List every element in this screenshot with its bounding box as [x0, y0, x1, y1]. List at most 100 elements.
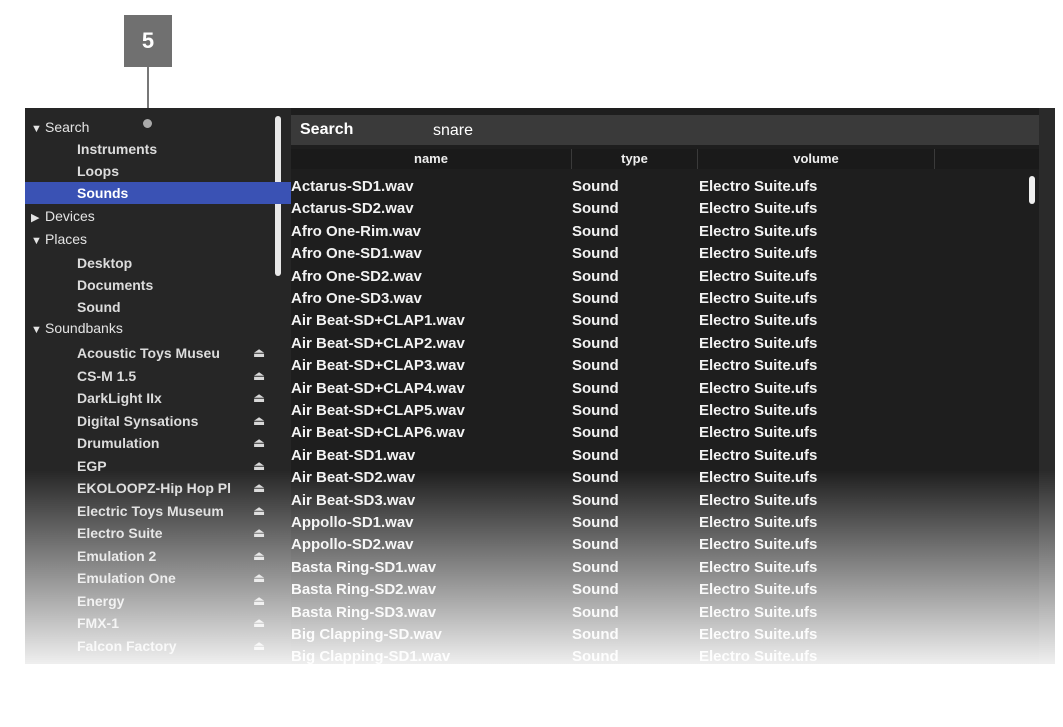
cell-volume: Electro Suite.ufs [699, 222, 818, 240]
soundbank-item[interactable]: Digital Synsations ⏏ [25, 410, 325, 432]
sidebar-item-documents[interactable]: Documents [25, 274, 325, 296]
table-row[interactable]: Basta Ring-SD1.wav Sound Electro Suite.ufs [291, 557, 1031, 579]
column-header-type[interactable]: type [572, 149, 698, 169]
eject-icon[interactable]: ⏏ [253, 612, 265, 634]
eject-icon[interactable]: ⏏ [253, 387, 265, 409]
cell-type: Sound [572, 626, 619, 643]
cell-type: Sound [572, 469, 619, 487]
results-scrollbar[interactable] [1029, 176, 1035, 204]
table-row[interactable]: Air Beat-SD+CLAP3.wav Sound Electro Suite.… [291, 355, 1031, 377]
eject-icon[interactable]: ⏏ [253, 522, 265, 544]
soundbank-item[interactable]: Energy ⏏ [25, 590, 325, 612]
soundbank-label: EKOLOOPZ-Hip Hop Pl [77, 480, 231, 496]
sidebar: ▼ Search Instruments Loops Sounds ▶ Device… [25, 108, 325, 664]
soundbank-label: FMX-1 [77, 615, 119, 631]
table-row[interactable]: Basta Ring-SD3.wav Sound Electro Suite.ufs [291, 602, 1031, 624]
sidebar-item-sound[interactable]: Sound [25, 296, 325, 318]
disclosure-expanded-icon[interactable]: ▼ [31, 319, 45, 341]
cell-type: Sound [572, 245, 619, 263]
scrollbar-track [1039, 108, 1055, 664]
eject-icon[interactable]: ⏏ [253, 410, 265, 432]
tree-section-search[interactable]: ▼ Search [25, 116, 279, 138]
soundbank-item[interactable]: CS-M 1.5 ⏏ [25, 365, 325, 387]
table-row[interactable]: Big Clapping-SD.wav Sound Electro Suite.uf… [291, 624, 1031, 646]
cell-name: Basta Ring-SD3.wav [291, 603, 437, 621]
table-row[interactable]: Air Beat-SD+CLAP5.wav Sound Electro Suite.… [291, 400, 1031, 422]
table-row[interactable]: Air Beat-SD+CLAP1.wav Sound Electro Suite.… [291, 310, 1031, 332]
table-row[interactable]: Basta Ring-SD2.wav Sound Electro Suite.ufs [291, 579, 1031, 601]
sidebar-item-label: Sound [77, 299, 121, 315]
callout-anchor-dot [143, 119, 152, 128]
soundbank-item[interactable]: Electro Suite ⏏ [25, 522, 325, 544]
eject-icon[interactable]: ⏏ [253, 567, 265, 589]
eject-icon[interactable]: ⏏ [253, 590, 265, 612]
cell-name: Air Beat-SD3.wav [291, 491, 416, 509]
sidebar-item-label: Loops [77, 163, 119, 179]
soundbank-label: CS-M 1.5 [77, 367, 137, 384]
eject-icon[interactable]: ⏏ [253, 477, 265, 499]
cell-type: Sound [572, 379, 619, 397]
cell-name: Air Beat-SD+CLAP1.wav [291, 312, 465, 330]
table-row[interactable]: Afro One-SD3.wav Sound Electro Suite.ufs [291, 288, 1031, 310]
sidebar-item-label: Sounds [77, 185, 129, 201]
cell-name: Air Beat-SD+CLAP3.wav [291, 357, 465, 375]
column-header-volume[interactable]: volume [698, 149, 935, 169]
search-label: Search [300, 121, 354, 138]
disclosure-collapsed-icon[interactable]: ▶ [31, 207, 45, 229]
table-row[interactable]: Air Beat-SD+CLAP6.wav Sound Electro Suite.… [291, 422, 1031, 444]
soundbank-label: Drumulation [77, 435, 160, 451]
sidebar-item-desktop[interactable]: Desktop [25, 252, 325, 274]
eject-icon[interactable]: ⏏ [253, 432, 265, 454]
sidebar-item-instruments[interactable]: Instruments [25, 138, 325, 160]
cell-volume: Electro Suite.ufs [699, 267, 818, 285]
tree-section-soundbanks[interactable]: ▼ Soundbanks [25, 317, 279, 339]
table-row[interactable]: Appollo-SD2.wav Sound Electro Suite.ufs [291, 534, 1031, 556]
tree-section-places[interactable]: ▼ Places [25, 228, 279, 250]
table-row[interactable]: Big Clapping-SD1.wav Sound Electro Suite.u… [291, 646, 1031, 664]
eject-icon[interactable]: ⏏ [253, 342, 265, 364]
soundbank-item[interactable]: Falcon Factory ⏏ [25, 635, 325, 657]
cell-name: Afro One-SD1.wav [291, 245, 422, 263]
soundbank-item[interactable]: EGP ⏏ [25, 455, 325, 477]
sidebar-item-sounds[interactable]: Sounds [25, 182, 325, 204]
sidebar-item-loops[interactable]: Loops [25, 160, 325, 182]
soundbank-item[interactable]: Electric Toys Museum ⏏ [25, 500, 325, 522]
table-row[interactable]: Afro One-Rim.wav Sound Electro Suite.ufs [291, 221, 1031, 243]
cell-volume: Electro Suite.ufs [699, 469, 818, 487]
eject-icon[interactable]: ⏏ [253, 545, 265, 567]
disclosure-expanded-icon[interactable]: ▼ [31, 118, 45, 140]
cell-volume: Electro Suite.ufs [699, 648, 818, 664]
table-row[interactable]: Air Beat-SD1.wav Sound Electro Suite.ufs [291, 445, 1031, 467]
table-row[interactable]: Actarus-SD2.wav Sound Electro Suite.ufs [291, 198, 1031, 220]
cell-type: Sound [572, 581, 619, 599]
search-input[interactable] [431, 118, 1035, 144]
soundbank-item[interactable]: Emulation 2 ⏏ [25, 545, 325, 567]
sidebar-item-label: Desktop [77, 255, 133, 271]
table-row[interactable]: Afro One-SD1.wav Sound Electro Suite.ufs [291, 243, 1031, 265]
eject-icon[interactable]: ⏏ [253, 635, 265, 657]
table-row[interactable]: Actarus-SD1.wav Sound Electro Suite.ufs [291, 176, 1031, 198]
soundbank-item[interactable]: Drumulation ⏏ [25, 432, 325, 454]
table-row[interactable]: Air Beat-SD2.wav Sound Electro Suite.ufs [291, 467, 1031, 489]
disclosure-expanded-icon[interactable]: ▼ [31, 230, 45, 252]
eject-icon[interactable]: ⏏ [253, 455, 265, 477]
table-row[interactable]: Appollo-SD1.wav Sound Electro Suite.ufs [291, 512, 1031, 534]
cell-type: Sound [572, 357, 619, 375]
tree-section-devices[interactable]: ▶ Devices [25, 205, 279, 227]
table-row[interactable]: Afro One-SD2.wav Sound Electro Suite.ufs [291, 266, 1031, 288]
eject-icon[interactable]: ⏏ [253, 500, 265, 522]
soundbank-item[interactable]: DarkLight IIx ⏏ [25, 387, 325, 409]
cell-name: Basta Ring-SD2.wav [291, 581, 437, 599]
table-row[interactable]: Air Beat-SD3.wav Sound Electro Suite.ufs [291, 490, 1031, 512]
table-row[interactable]: Air Beat-SD+CLAP2.wav Sound Electro Suite.… [291, 333, 1031, 355]
soundbank-item[interactable]: EKOLOOPZ-Hip Hop Pl ⏏ [25, 477, 325, 499]
table-row[interactable]: Air Beat-SD+CLAP4.wav Sound Electro Suite.… [291, 378, 1031, 400]
soundbank-label: Energy [77, 592, 125, 609]
cell-type: Sound [572, 603, 619, 621]
soundbank-item[interactable]: FMX-1 ⏏ [25, 612, 325, 634]
soundbank-item[interactable]: Acoustic Toys Museu ⏏ [25, 342, 325, 364]
soundbank-item[interactable]: Emulation One ⏏ [25, 567, 325, 589]
column-header-name[interactable]: name [291, 149, 572, 169]
eject-icon[interactable]: ⏏ [253, 365, 265, 387]
callout-number-badge: 5 [124, 15, 172, 67]
